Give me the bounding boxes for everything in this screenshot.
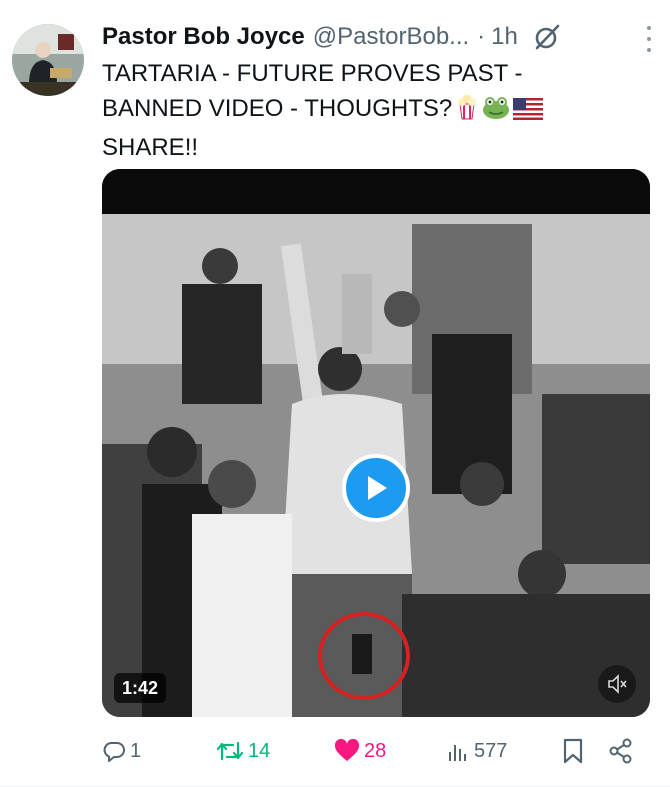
- post-text-line: TARTARIA - FUTURE PROVES PAST -: [102, 60, 523, 87]
- author-name[interactable]: Pastor Bob Joyce: [102, 23, 305, 51]
- bookmark-button[interactable]: [562, 736, 584, 766]
- action-bar: 1 14 28 577: [102, 736, 642, 766]
- separator-dot: ·: [477, 23, 486, 50]
- share-icon: [609, 738, 632, 764]
- repost-count: 14: [248, 739, 271, 762]
- grok-icon[interactable]: [532, 22, 562, 52]
- like-button[interactable]: 28: [334, 736, 386, 766]
- repost-button[interactable]: 14: [216, 736, 270, 766]
- us-flag-emoji: [513, 95, 544, 130]
- mute-button[interactable]: [598, 665, 636, 703]
- author-handle[interactable]: @PastorBob...: [313, 23, 469, 51]
- popcorn-emoji: [455, 94, 479, 130]
- video-duration: 1:42: [114, 673, 167, 703]
- mute-icon: [608, 674, 627, 694]
- video-thumbnail[interactable]: 1:42: [102, 214, 650, 717]
- reply-button[interactable]: 1: [102, 736, 141, 766]
- play-icon: [368, 476, 387, 500]
- avatar[interactable]: [12, 24, 84, 96]
- like-icon: [334, 739, 360, 761]
- frog-emoji: [482, 95, 510, 130]
- post-text-segment: BANNED VIDEO - THOUGHTS?: [102, 95, 453, 122]
- bookmark-icon: [563, 738, 583, 764]
- more-icon[interactable]: [646, 26, 652, 52]
- share-button[interactable]: [608, 736, 634, 766]
- like-count: 28: [364, 739, 387, 762]
- video-letterbox: [102, 169, 650, 214]
- post-text: TARTARIA - FUTURE PROVES PAST - BANNED V…: [102, 56, 642, 165]
- repost-icon: [216, 741, 244, 761]
- post-text-line: SHARE!!: [102, 134, 199, 161]
- timestamp[interactable]: 1h: [491, 23, 518, 51]
- play-button[interactable]: [342, 454, 410, 522]
- reply-count: 1: [130, 739, 142, 762]
- tweet-header: Pastor Bob Joyce @PastorBob... · 1h: [102, 19, 650, 55]
- reply-icon: [103, 742, 125, 762]
- views-count: 577: [474, 739, 508, 762]
- views-icon: [449, 745, 466, 761]
- post-text-line: BANNED VIDEO - THOUGHTS?: [102, 91, 642, 130]
- tweet[interactable]: Pastor Bob Joyce @PastorBob... · 1h TART…: [0, 0, 670, 787]
- video-player[interactable]: 1:42: [102, 169, 650, 717]
- views-button[interactable]: 577: [446, 736, 507, 766]
